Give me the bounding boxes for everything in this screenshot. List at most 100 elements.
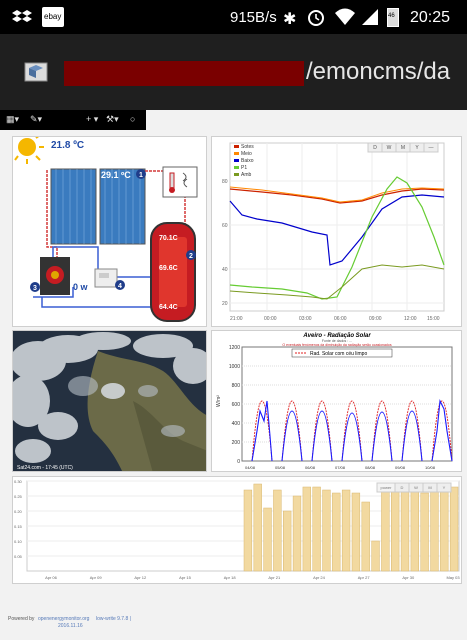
x-tick: 00:00	[264, 316, 277, 322]
y-tick: 600	[232, 402, 241, 408]
tools-menu-icon[interactable]: ✎▾	[30, 114, 42, 125]
x-tick: Apr 30	[402, 575, 415, 580]
bar	[400, 483, 410, 572]
redacted-domain[interactable]	[64, 61, 304, 86]
x-tick: 12:00	[404, 316, 417, 322]
y-tick: 0.10	[14, 539, 23, 544]
x-tick: 06:00	[334, 316, 347, 322]
y-tick: 40	[222, 267, 228, 273]
x-label: 04/08	[245, 465, 256, 470]
x-label: 05/08	[275, 465, 286, 470]
build-date: 2016.11.16	[58, 623, 83, 629]
bar	[292, 495, 302, 572]
svg-text:P1: P1	[241, 165, 247, 171]
controller-icon	[94, 268, 118, 288]
svg-text:W: W	[387, 145, 392, 151]
svg-text:Sotes: Sotes	[241, 144, 254, 150]
bar	[341, 489, 351, 572]
collector-temp: 29.1 ºC	[101, 170, 131, 180]
bar	[302, 486, 311, 572]
svg-text:3: 3	[33, 285, 37, 292]
footer: Powered by openenergymonitor.org low-wri…	[0, 590, 467, 640]
svg-text:Y: Y	[443, 485, 446, 490]
y-tick: 0	[237, 459, 240, 465]
solar-diagram-graphic: 21.8 ºC 29.1 ºC 70.1C 69.6C 64.4C 0 w 1 …	[14, 137, 198, 322]
y-tick: 400	[232, 421, 241, 427]
svg-text:Meio: Meio	[241, 151, 252, 157]
bar	[312, 486, 321, 572]
thermometer-icon	[162, 166, 198, 198]
x-label: 07/08	[335, 465, 346, 470]
x-tick: Apr 27	[358, 575, 371, 580]
svg-text:Baixo: Baixo	[241, 158, 254, 164]
x-tick: Apr 06	[45, 575, 58, 580]
alarm-icon	[308, 10, 324, 26]
satellite-map-graphic: Sat24.com - 17:45 (UTC)	[13, 331, 206, 471]
openenergymonitor-link[interactable]: openenergymonitor.org	[38, 616, 89, 622]
powered-by-label: Powered by	[8, 616, 35, 622]
circle-menu-icon[interactable]: ○	[130, 114, 135, 124]
svg-text:D: D	[401, 485, 404, 490]
svg-text:power: power	[381, 485, 393, 490]
solar-radiation-chart: Aveiro - Radiação Solar Fonte de dados :…	[211, 330, 462, 472]
sun-icon	[14, 137, 44, 164]
y-tick: 0.30	[14, 479, 23, 484]
wrench-menu-icon[interactable]: ⚒▾	[106, 114, 119, 125]
svg-text:2: 2	[189, 253, 193, 260]
radiation-chart-note: O eventuais fenómenos da diminuição da r…	[282, 343, 391, 347]
radiation-legend: Rad. Solar com céu limpo	[291, 348, 393, 358]
x-label: 08/08	[365, 465, 376, 470]
bar	[449, 486, 459, 572]
bar	[243, 489, 253, 572]
bluetooth-icon: ✱	[283, 11, 297, 28]
battery-icon: 46	[387, 8, 399, 27]
x-tick: Apr 12	[134, 575, 147, 580]
url-path[interactable]: /emoncms/da	[306, 58, 467, 86]
wifi-icon	[335, 8, 355, 25]
satellite-image: Sat24.com - 17:45 (UTC)	[12, 330, 207, 472]
svg-text:M: M	[428, 485, 431, 490]
y-tick: 1000	[229, 364, 240, 370]
y-tick: 0.25	[14, 494, 23, 499]
radiation-chart-svg: Aveiro - Radiação Solar Fonte de dados :…	[212, 331, 461, 471]
x-tick: Apr 15	[179, 575, 192, 580]
bar	[430, 483, 439, 572]
add-widget-menu[interactable]: + ▾	[86, 114, 98, 125]
bar	[391, 483, 400, 572]
svg-text:Amb: Amb	[241, 172, 252, 178]
x-tick: 09:00	[369, 316, 382, 322]
favicon-icon[interactable]	[24, 60, 48, 84]
pump-power: 0 w	[73, 282, 89, 292]
y-tick: 20	[222, 301, 228, 307]
bar	[253, 483, 262, 572]
clock: 20:25	[410, 9, 451, 26]
x-tick: 15:00	[427, 316, 440, 322]
bar-chart-svg: 0.30 0.25 0.20 0.15 0.10 0.05 Apr 06 Apr 09 Apr…	[14, 479, 460, 580]
bar	[283, 510, 292, 572]
y-tick: 60	[222, 223, 228, 229]
solar-collector	[50, 168, 146, 245]
version-link[interactable]: low-write 9.7.8 |	[96, 616, 131, 622]
temperature-chart-svg: 80 60 40 20 21:00 00:00 03:00 06:00 09:0…	[222, 142, 445, 322]
x-tick: Apr 24	[313, 575, 326, 580]
x-label: 09/08	[395, 465, 406, 470]
ebay-notification-icon: ebay	[42, 7, 64, 27]
bar	[351, 492, 361, 572]
bar	[440, 486, 449, 572]
x-tick: Apr 18	[224, 575, 237, 580]
svg-text:Rad. Solar com céu limpo: Rad. Solar com céu limpo	[310, 351, 367, 357]
bar	[410, 489, 419, 572]
bar	[381, 489, 390, 572]
x-label: 06/08	[305, 465, 316, 470]
grid-menu-icon[interactable]: ▦▾	[6, 114, 19, 125]
svg-text:M: M	[401, 145, 405, 151]
tank-bottom-temp: 64.4C	[159, 304, 178, 311]
x-tick: 03:00	[299, 316, 312, 322]
x-tick: Apr 09	[90, 575, 103, 580]
daily-energy-bar-chart: 0.30 0.25 0.20 0.15 0.10 0.05 Apr 06 Apr 09 Apr…	[12, 476, 462, 584]
svg-text:D: D	[373, 145, 377, 151]
x-tick: May 03	[446, 575, 460, 580]
y-tick: 0.15	[14, 524, 23, 529]
y-tick: 0.20	[14, 509, 23, 514]
svg-text:W: W	[414, 485, 418, 490]
